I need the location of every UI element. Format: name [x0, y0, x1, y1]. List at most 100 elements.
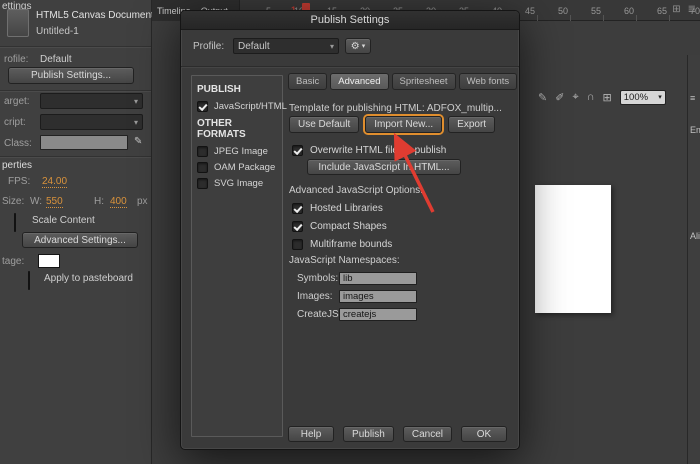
- dialog-profile-label: Profile:: [193, 41, 225, 52]
- pen-icon[interactable]: ✐: [555, 91, 564, 104]
- profile-value[interactable]: Default: [40, 54, 72, 65]
- format-checkbox[interactable]: [197, 177, 208, 189]
- format-item[interactable]: SVG Image: [192, 175, 282, 191]
- option-label: Multiframe bounds: [310, 238, 393, 250]
- fps-label: FPS:: [8, 176, 31, 187]
- stage-color-swatch[interactable]: [38, 254, 60, 268]
- ruler-frame-number: 50: [557, 5, 568, 16]
- option-row: Hosted Libraries: [292, 199, 392, 217]
- advanced-settings-button[interactable]: Advanced Settings...: [22, 232, 138, 248]
- chevron-down-icon: ▾: [361, 43, 366, 50]
- timeline-menu-icon[interactable]: ≣: [688, 4, 696, 15]
- zoom-dropdown[interactable]: 100% ▾: [619, 89, 666, 105]
- dialog-tabs: Basic Advanced Spritesheet Web fonts: [288, 73, 518, 90]
- option-label: Hosted Libraries: [310, 202, 383, 214]
- target-dropdown[interactable]: ▾: [40, 93, 143, 109]
- apply-pasteboard-checkbox[interactable]: [28, 271, 30, 290]
- namespace-label: CreateJS:: [297, 308, 342, 320]
- size-label: Size:: [2, 196, 25, 207]
- namespace-input[interactable]: [339, 271, 417, 285]
- snap-icon[interactable]: ⌖: [572, 91, 578, 104]
- properties-section-header: perties: [2, 160, 33, 171]
- option-row: Multiframe bounds: [292, 235, 392, 253]
- other-formats-header: OTHER FORMATS: [197, 118, 246, 140]
- width-label: W:: [30, 196, 43, 207]
- include-javascript-button[interactable]: Include JavaScript In HTML...: [307, 159, 461, 175]
- format-label: JavaScript/HTML: [214, 100, 287, 112]
- chevron-down-icon: ▾: [329, 41, 334, 51]
- chevron-down-icon: ▾: [133, 117, 138, 127]
- dialog-profile-dropdown[interactable]: Default ▾: [233, 38, 339, 54]
- stage-canvas[interactable]: [535, 185, 611, 313]
- document-name[interactable]: Untitled-1: [36, 26, 79, 37]
- pencil-icon[interactable]: ✎: [538, 91, 547, 104]
- overwrite-checkbox[interactable]: [292, 144, 303, 156]
- advanced-options-label: Advanced JavaScript Options:: [289, 185, 423, 196]
- format-item[interactable]: JavaScript/HTML: [192, 98, 287, 114]
- dialog-tab[interactable]: Web fonts: [458, 73, 518, 90]
- namespace-row: Images:: [297, 287, 417, 305]
- option-checkbox[interactable]: [292, 220, 303, 232]
- right-panel-strip: ≡ Em Ali: [687, 55, 700, 464]
- publish-settings-button[interactable]: Publish Settings...: [8, 67, 134, 84]
- dialog-footer: Help Publish Cancel OK: [181, 426, 507, 442]
- overwrite-label: Overwrite HTML file on publish: [310, 144, 447, 156]
- use-default-button[interactable]: Use Default: [289, 116, 360, 133]
- height-value[interactable]: 400: [110, 196, 127, 208]
- dialog-footer-button[interactable]: Cancel: [402, 426, 452, 442]
- scale-content-label: Scale Content: [32, 215, 95, 226]
- publish-settings-dialog: Publish Settings Profile: Default ▾ ⚙ ▾ …: [180, 10, 520, 450]
- ruler-frame-number: 60: [623, 5, 634, 16]
- timeline-grid-icon[interactable]: ⊞: [672, 4, 680, 15]
- panel-tab-fragment-align[interactable]: Ali: [690, 231, 700, 241]
- apply-pasteboard-label: Apply to pasteboard: [44, 273, 133, 284]
- class-input[interactable]: [40, 135, 128, 150]
- option-checkbox[interactable]: [292, 238, 303, 250]
- dialog-footer-button[interactable]: OK: [461, 426, 507, 442]
- namespaces: Symbols: Images: CreateJS:: [297, 269, 417, 323]
- divider: [0, 90, 151, 91]
- format-label: OAM Package: [214, 161, 276, 173]
- dialog-tab[interactable]: Advanced: [330, 73, 389, 90]
- fps-value[interactable]: 24.00: [42, 176, 68, 188]
- profile-label: rofile:: [4, 54, 29, 65]
- namespace-input[interactable]: [339, 289, 417, 303]
- zoom-value: 100%: [623, 91, 649, 103]
- panel-menu-icon[interactable]: ≡: [690, 93, 695, 103]
- profile-options-button[interactable]: ⚙ ▾: [345, 38, 371, 54]
- width-value[interactable]: 550: [46, 196, 63, 208]
- dialog-tab[interactable]: Spritesheet: [391, 73, 456, 90]
- export-button[interactable]: Export: [448, 116, 496, 133]
- format-item[interactable]: JPEG Image: [192, 143, 282, 159]
- scale-content-checkbox[interactable]: [14, 213, 16, 232]
- publish-section-header: PUBLISH: [197, 84, 241, 95]
- format-checkbox[interactable]: [197, 145, 208, 157]
- import-new-button[interactable]: Import New...: [365, 116, 443, 133]
- option-checkbox[interactable]: [292, 202, 303, 214]
- script-dropdown[interactable]: ▾: [40, 114, 143, 130]
- target-label: arget:: [4, 96, 30, 107]
- namespace-input[interactable]: [339, 307, 417, 321]
- dialog-footer-button[interactable]: Help: [288, 426, 335, 442]
- divider: [0, 156, 151, 157]
- dialog-footer-button[interactable]: Publish: [343, 426, 394, 442]
- animate-app-window: ettings HTML5 Canvas Document Untitled-1…: [0, 0, 700, 464]
- namespaces-label: JavaScript Namespaces:: [289, 255, 400, 266]
- pencil-icon[interactable]: ✎: [134, 136, 142, 147]
- ruler-frame-number: 65: [656, 5, 667, 16]
- panel-tab-fragment-empty[interactable]: Em: [690, 125, 700, 135]
- template-label: Template for publishing HTML: ADFOX_mult…: [289, 103, 502, 114]
- overwrite-row: Overwrite HTML file on publish: [292, 141, 446, 159]
- format-checkbox[interactable]: [197, 100, 208, 112]
- format-item[interactable]: OAM Package: [192, 159, 282, 175]
- properties-panel: ettings HTML5 Canvas Document Untitled-1…: [0, 0, 154, 464]
- namespace-row: CreateJS:: [297, 305, 417, 323]
- divider: [0, 46, 151, 47]
- format-checkbox[interactable]: [197, 161, 208, 173]
- dialog-profile-value: Default: [238, 40, 270, 52]
- class-label: Class:: [4, 138, 32, 149]
- dialog-tab[interactable]: Basic: [288, 73, 328, 90]
- grid-icon[interactable]: ⊞: [603, 91, 612, 104]
- publish-format-items: JavaScript/HTML: [192, 98, 287, 114]
- magnet-icon[interactable]: ∩: [587, 91, 595, 103]
